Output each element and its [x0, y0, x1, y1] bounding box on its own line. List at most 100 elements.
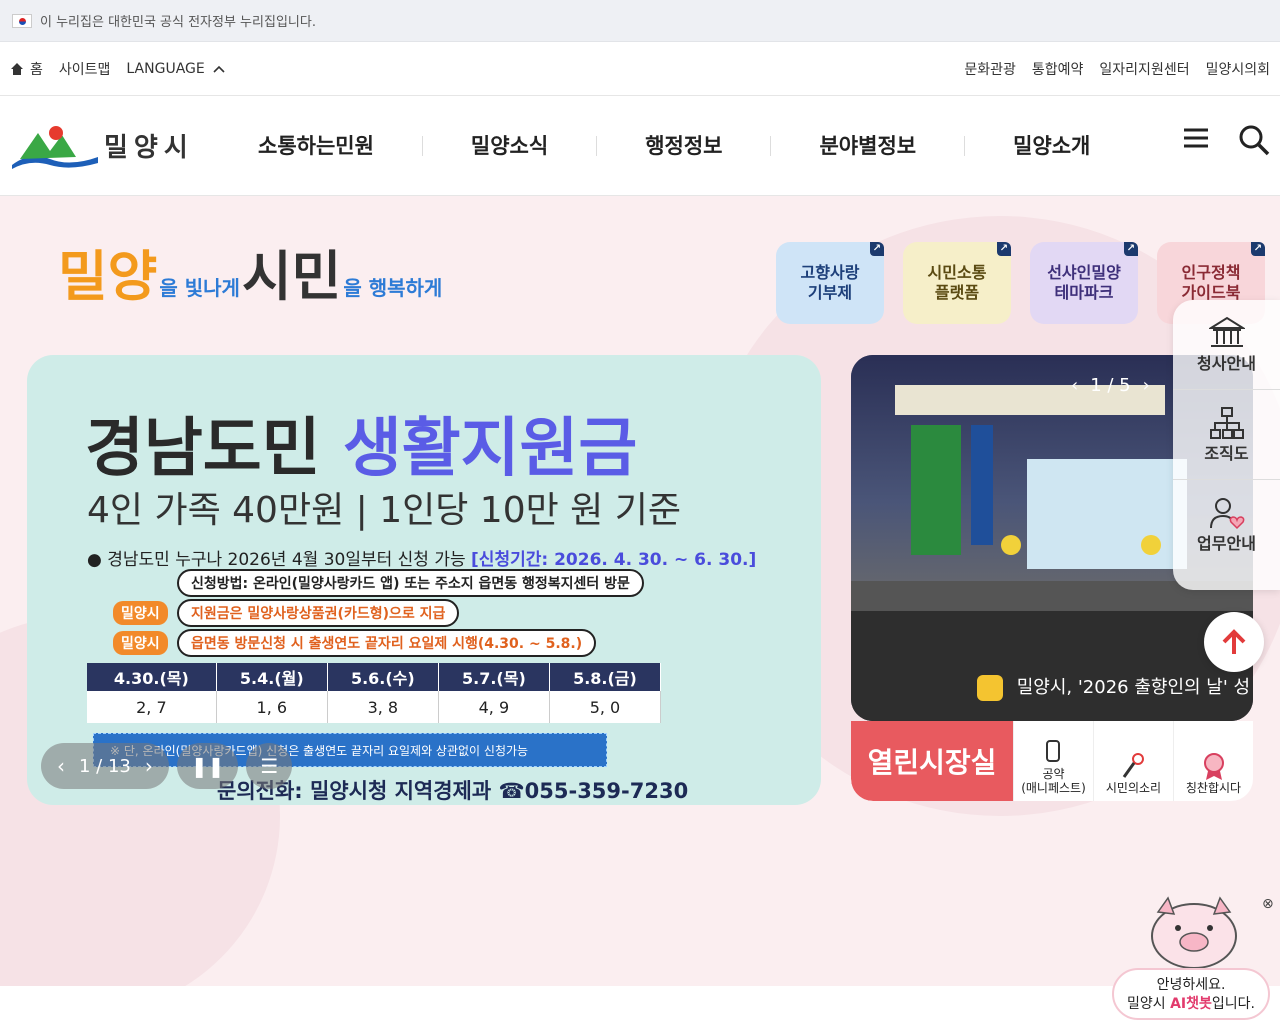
pledge-link[interactable]: 공약 (매니페스트) [1013, 721, 1093, 801]
table-cell: 5, 0 [549, 691, 662, 723]
praise-link[interactable]: 칭찬합시다 [1173, 721, 1253, 801]
external-arrow-icon: ↗ [1251, 242, 1265, 256]
arrow-up-icon [1222, 629, 1246, 654]
gov-notice-bar: 이 누리집은 대한민국 공식 전자정부 누리집입니다. [0, 0, 1280, 42]
main-banner-slide[interactable]: 경남도민 생활지원금 4인 가족 40만원 | 1인당 10만 원 기준 ● 경… [27, 355, 821, 805]
side-org-chart[interactable]: 조직도 [1173, 390, 1280, 480]
open-item-label: 칭찬합시다 [1185, 781, 1242, 795]
logo-text: 밀양시 [104, 133, 194, 163]
banner-counter: 1 / 13 [79, 755, 131, 777]
side-work-guide[interactable]: 업무안내 [1173, 480, 1280, 570]
language-toggle[interactable]: LANGUAGE [126, 60, 225, 77]
culture-tour-link[interactable]: 문화관광 [964, 59, 1016, 79]
site-header: 밀양시 소통하는민원 밀양소식 행정정보 분야별정보 밀양소개 [0, 96, 1280, 196]
table-header: 5.7.(목) [438, 663, 550, 691]
prev-arrow-icon[interactable]: ‹ [57, 754, 65, 778]
apply-text: 경남도민 누구나 2026년 4월 30일부터 신청 가능 [107, 550, 472, 570]
scroll-top-button[interactable] [1204, 612, 1264, 672]
city-tag: 밀양시 [113, 631, 168, 655]
news-caption-text: 밀양시, '2026 출향인의 날' 성 [1016, 677, 1251, 698]
banner-title-part: 경남도민 [85, 412, 343, 486]
nav-news[interactable]: 밀양소식 [423, 135, 598, 156]
apply-method: 신청방법: 온라인(밀양사랑카드 앱) 또는 주소지 읍면동 행정복지센터 방문 [177, 569, 644, 597]
list-button[interactable]: ☰ [246, 743, 293, 789]
visit-info: 읍면동 방문신청 시 출생연도 끝자리 요일제 시행(4.30. ~ 5.8.) [177, 629, 597, 657]
news-pager: ‹ 1 / 5 › [1071, 375, 1150, 396]
schedule-table: 4.30.(목) 5.4.(월) 5.6.(수) 5.7.(목) 5.8.(금)… [87, 663, 662, 723]
search-icon[interactable] [1238, 124, 1270, 156]
quick-citizen-platform[interactable]: 시민소통 플랫폼 ↗ [903, 242, 1011, 324]
city-slogan: 밀양 을 빛나게 시민 을 행복하게 [58, 232, 442, 311]
nav-administration[interactable]: 행정정보 [597, 135, 772, 156]
miryang-logo-icon [12, 125, 98, 169]
apply-period: [신청기간: 2026. 4. 30. ~ 6. 30.] [471, 550, 757, 570]
utility-bar: 홈 사이트맵 LANGUAGE 문화관광 통합예약 일자리지원센터 밀양시의회 [0, 42, 1280, 96]
korea-flag-icon [12, 13, 32, 28]
chatbot-close-icon[interactable]: ⊗ [1262, 896, 1274, 912]
quick-label: 고향사랑 기부제 [800, 263, 860, 302]
banner-apply-info: ● 경남도민 누구나 2026년 4월 30일부터 신청 가능 [신청기간: 2… [87, 545, 756, 570]
nav-civil-service[interactable]: 소통하는민원 [210, 135, 423, 156]
menu-icon[interactable] [1182, 124, 1210, 152]
table-header: 4.30.(목) [87, 663, 217, 691]
table-cell: 3, 8 [327, 691, 439, 723]
info-icon: ● [87, 550, 102, 570]
table-cell: 4, 9 [438, 691, 550, 723]
main-nav: 소통하는민원 밀양소식 행정정보 분야별정보 밀양소개 [210, 135, 1138, 156]
prev-arrow-icon[interactable]: ‹ [1071, 375, 1078, 396]
banner-controls: ‹ 1 / 13 › ❚❚ ☰ [41, 743, 293, 789]
nav-field-info[interactable]: 분야별정보 [771, 135, 966, 156]
open-item-label: 시민의소리 [1105, 781, 1162, 795]
slogan-part: 을 빛나게 [159, 276, 240, 300]
banner-pager: ‹ 1 / 13 › [41, 743, 169, 789]
user-heart-icon [1209, 498, 1244, 530]
side-item-label: 업무안내 [1197, 534, 1256, 553]
council-link[interactable]: 밀양시의회 [1206, 59, 1270, 79]
open-mayor-title: 열린시장실 [851, 721, 1013, 801]
citizen-voice-link[interactable]: 시민의소리 [1093, 721, 1173, 801]
banner-subtitle: 4인 가족 40만원 | 1인당 10만 원 기준 [87, 490, 681, 531]
quick-label: 선샤인밀양 테마파크 [1047, 263, 1121, 302]
chatbot-prefix: 밀양시 [1127, 996, 1171, 1012]
slogan-part: 시민 [241, 244, 342, 308]
job-center-link[interactable]: 일자리지원센터 [1099, 59, 1189, 79]
table-cell: 1, 6 [216, 691, 328, 723]
open-item-label: 공약 (매니페스트) [1021, 767, 1086, 795]
quick-hometown-donation[interactable]: 고향사랑 기부제 ↗ [776, 242, 884, 324]
quick-sunshine-park[interactable]: 선샤인밀양 테마파크 ↗ [1030, 242, 1138, 324]
sitemap-link[interactable]: 사이트맵 [59, 59, 111, 79]
side-item-label: 청사안내 [1197, 353, 1256, 373]
chatbot-mascot-icon[interactable] [1144, 892, 1244, 972]
home-icon [11, 62, 23, 75]
table-header: 5.4.(월) [216, 663, 328, 691]
medal-icon [1203, 753, 1224, 780]
next-arrow-icon[interactable]: › [145, 754, 153, 778]
table-header-row: 4.30.(목) 5.4.(월) 5.6.(수) 5.7.(목) 5.8.(금) [87, 663, 662, 691]
reservation-link[interactable]: 통합예약 [1032, 59, 1084, 79]
pause-button[interactable]: ❚❚ [176, 743, 239, 789]
quick-label: 인구정책 가이드북 [1181, 263, 1241, 302]
language-label: LANGUAGE [126, 60, 205, 77]
external-arrow-icon: ↗ [997, 242, 1011, 256]
microphone-icon [1122, 753, 1144, 778]
hand-icon [1045, 740, 1060, 762]
side-building-guide[interactable]: 청사안내 [1173, 300, 1280, 390]
external-arrow-icon: ↗ [1124, 242, 1138, 256]
gallery-icon [977, 675, 1003, 701]
news-caption[interactable]: 밀양시, '2026 출향인의 날' 성 [977, 673, 1250, 701]
chatbot-suffix: 입니다. [1211, 996, 1255, 1012]
home-label: 홈 [30, 61, 43, 78]
table-cell: 2, 7 [87, 691, 217, 723]
nav-about[interactable]: 밀양소개 [965, 135, 1138, 156]
table-header: 5.6.(수) [327, 663, 439, 691]
org-chart-icon [1209, 406, 1244, 439]
site-logo[interactable]: 밀양시 [0, 116, 200, 176]
next-arrow-icon[interactable]: › [1143, 375, 1150, 396]
next-section-edge [0, 986, 1280, 1024]
news-counter: 1 / 5 [1090, 375, 1131, 396]
banner-title-part: 생활지원금 [342, 412, 638, 486]
chatbot-ai-label: AI챗봇 [1170, 996, 1212, 1012]
chatbot-bubble[interactable]: 안녕하세요. 밀양시 AI챗봇입니다. [1112, 968, 1270, 1020]
side-quick-menu: 청사안내 조직도 업무안내 [1173, 300, 1280, 590]
home-link[interactable]: 홈 [10, 59, 43, 79]
